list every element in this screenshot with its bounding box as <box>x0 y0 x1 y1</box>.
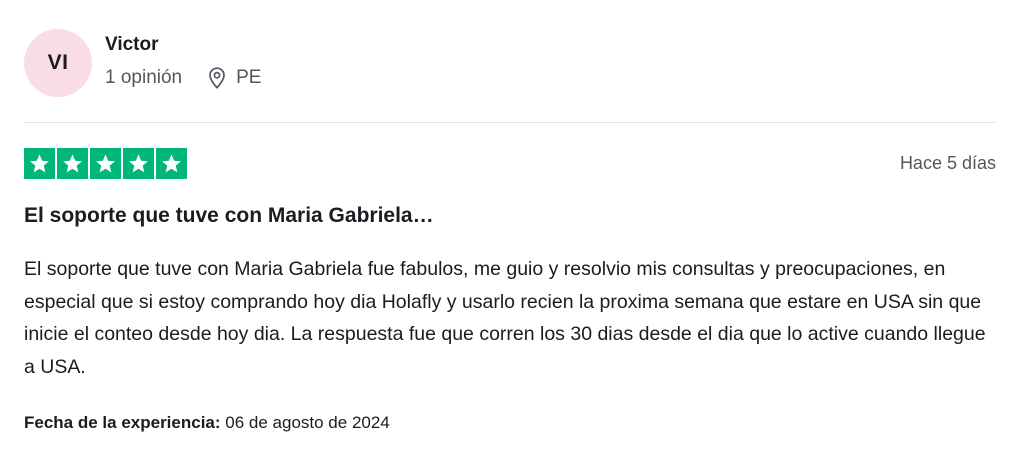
star-box <box>123 148 154 179</box>
star-box <box>24 148 55 179</box>
review-title[interactable]: El soporte que tuve con Maria Gabriela… <box>24 204 434 228</box>
star-icon <box>63 154 82 173</box>
review-date: Hace 5 días <box>899 153 996 173</box>
experience-date-row: Fecha de la experiencia: 06 de agosto de… <box>24 413 390 433</box>
experience-date-value: 06 de agosto de 2024 <box>225 413 390 432</box>
star-icon <box>162 154 181 173</box>
reviewer-name[interactable]: Victor <box>105 34 159 56</box>
star-box <box>156 148 187 179</box>
star-box <box>57 148 88 179</box>
review-count: 1 opinión <box>105 67 183 88</box>
reviewer-country: PE <box>236 67 262 88</box>
review-card: VI Victor 1 opinión PE Hace 5 días El so… <box>0 0 1024 453</box>
star-icon <box>96 154 115 173</box>
avatar[interactable]: VI <box>24 29 92 97</box>
star-icon <box>30 154 49 173</box>
avatar-initials: VI <box>47 51 69 74</box>
star-box <box>90 148 121 179</box>
location-pin-icon <box>206 66 228 90</box>
divider <box>24 122 996 123</box>
experience-date-label: Fecha de la experiencia: <box>24 413 221 432</box>
reviewer-meta: 1 opinión PE <box>105 66 261 90</box>
star-icon <box>129 154 148 173</box>
review-body: El soporte que tuve con Maria Gabriela f… <box>24 258 986 378</box>
star-rating <box>24 148 187 179</box>
